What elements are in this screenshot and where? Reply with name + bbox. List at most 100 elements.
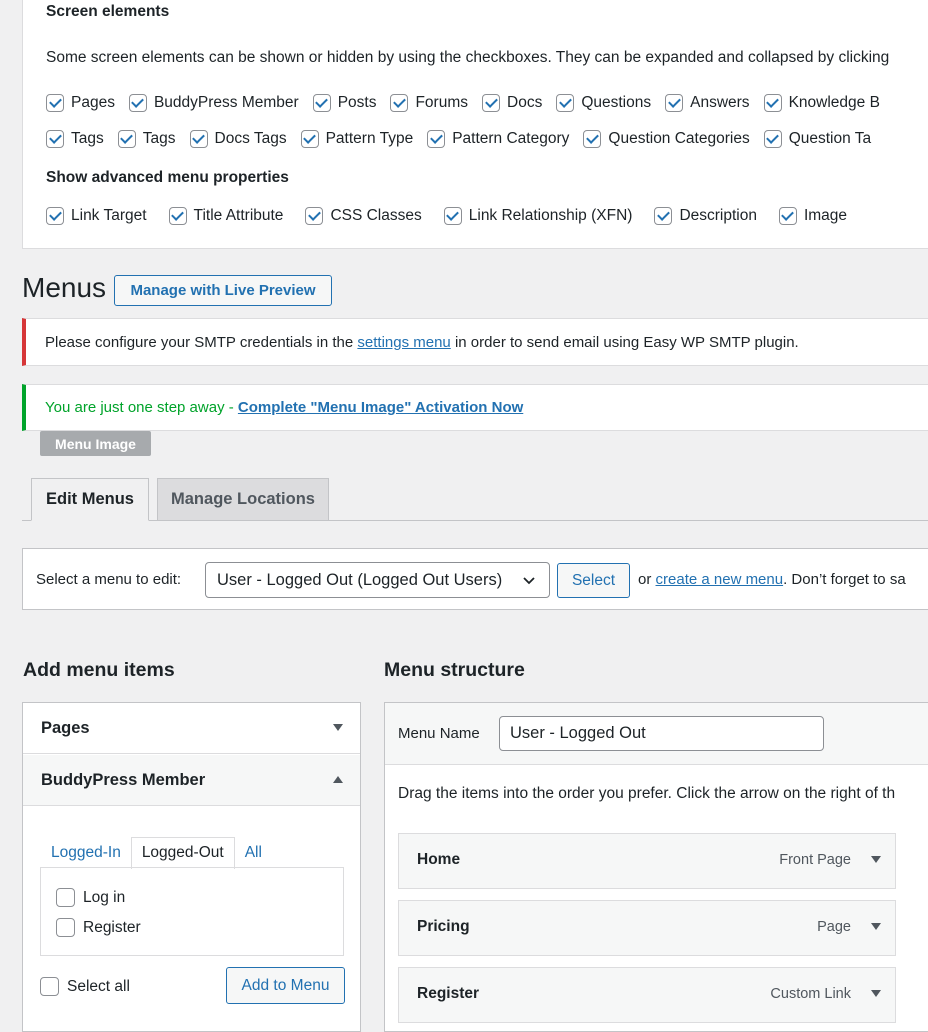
tab-logged-in[interactable]: Logged-In — [41, 838, 131, 869]
buddypress-accordion-header[interactable]: BuddyPress Member — [23, 755, 360, 806]
screen-option-pages[interactable]: Pages — [46, 94, 115, 112]
arrow-up-icon — [333, 776, 343, 783]
checkbox[interactable] — [482, 94, 500, 112]
menu-item[interactable]: Home Front Page — [398, 833, 896, 889]
screen-option-forums[interactable]: Forums — [390, 94, 468, 112]
create-new-menu-link[interactable]: create a new menu — [656, 571, 784, 588]
settings-menu-link[interactable]: settings menu — [357, 334, 450, 351]
tab-all[interactable]: All — [235, 838, 272, 869]
checkbox[interactable] — [778, 207, 797, 225]
tab-manage-locations[interactable]: Manage Locations — [157, 478, 329, 521]
advanced-properties-title: Show advanced menu properties — [46, 169, 289, 186]
checkbox[interactable] — [390, 94, 409, 112]
checkbox[interactable] — [443, 207, 462, 225]
screen-elements-row-1: Pages BuddyPress Member Posts Forums Doc… — [46, 94, 894, 112]
checkbox[interactable] — [46, 130, 64, 148]
checkbox[interactable] — [763, 130, 782, 148]
advanced-option-link-target[interactable]: Link Target — [46, 207, 147, 225]
screen-option-buddypress-member[interactable]: BuddyPress Member — [128, 94, 299, 112]
add-to-menu-button[interactable]: Add to Menu — [226, 967, 345, 1004]
checkbox[interactable] — [654, 207, 673, 225]
menu-name-input[interactable]: User - Logged Out — [499, 716, 824, 751]
screen-elements-row-2: Tags Tags Docs Tags Pattern Type Pattern… — [46, 130, 885, 148]
bp-item-register[interactable]: Register — [56, 918, 141, 937]
create-menu-text: or create a new menu. Don’t forget to sa — [638, 571, 906, 588]
menu-item-title: Register — [417, 985, 480, 1002]
menu-item-type: Custom Link — [770, 986, 851, 1002]
add-menu-items-accordion: Pages BuddyPress Member Logged-In Logged… — [22, 702, 361, 1032]
screen-option-question-categories[interactable]: Question Categories — [583, 130, 750, 148]
buddypress-tabs: Logged-In Logged-Out All — [41, 837, 272, 869]
checkbox[interactable] — [556, 94, 575, 112]
menu-item-type: Front Page — [779, 852, 851, 868]
smtp-notice: Please configure your SMTP credentials i… — [22, 318, 928, 366]
menu-item-type: Page — [817, 919, 851, 935]
checkbox[interactable] — [117, 130, 136, 148]
chevron-down-icon — [523, 577, 535, 585]
select-menu-bar: Select a menu to edit: User - Logged Out… — [22, 548, 928, 610]
checkbox[interactable] — [128, 94, 147, 112]
manage-live-preview-button[interactable]: Manage with Live Preview — [114, 275, 332, 306]
tab-logged-out[interactable]: Logged-Out — [130, 837, 235, 869]
advanced-option-image[interactable]: Image — [778, 207, 847, 225]
select-menu-button[interactable]: Select — [557, 563, 630, 598]
screen-option-pattern-category[interactable]: Pattern Category — [427, 130, 569, 148]
checkbox[interactable] — [46, 94, 64, 112]
menu-name-bar: Menu Name User - Logged Out — [385, 703, 928, 765]
menu-item[interactable]: Pricing Page — [398, 900, 896, 956]
menu-item[interactable]: Register Custom Link — [398, 967, 896, 1023]
buddypress-items-panel: Log in Register — [40, 867, 344, 956]
screen-elements-description: Some screen elements can be shown or hid… — [46, 49, 890, 66]
menu-item-title: Pricing — [417, 918, 470, 935]
checkbox[interactable] — [583, 130, 602, 148]
screen-option-pattern-type[interactable]: Pattern Type — [300, 130, 413, 148]
checkbox[interactable] — [763, 94, 782, 112]
menu-structure-title: Menu structure — [384, 659, 525, 681]
menu-select-dropdown[interactable]: User - Logged Out (Logged Out Users) — [205, 562, 550, 598]
checkbox[interactable] — [189, 130, 208, 148]
arrow-down-icon[interactable] — [871, 990, 881, 997]
bp-item-log-in[interactable]: Log in — [56, 888, 125, 907]
advanced-option-link-relationship[interactable]: Link Relationship (XFN) — [443, 207, 632, 225]
menu-item-title: Home — [417, 851, 461, 868]
advanced-option-title-attribute[interactable]: Title Attribute — [168, 207, 283, 225]
menu-structure-help: Drag the items into the order you prefer… — [398, 785, 896, 802]
checkbox[interactable] — [168, 207, 187, 225]
screen-option-questions[interactable]: Questions — [556, 94, 651, 112]
checkbox[interactable] — [56, 918, 75, 937]
checkbox[interactable] — [300, 130, 319, 148]
arrow-down-icon[interactable] — [871, 856, 881, 863]
activation-link[interactable]: Complete "Menu Image" Activation Now — [238, 399, 523, 416]
select-all[interactable]: Select all — [40, 977, 130, 996]
screen-option-knowledge-base[interactable]: Knowledge B — [763, 94, 880, 112]
arrow-down-icon[interactable] — [871, 923, 881, 930]
checkbox[interactable] — [427, 130, 446, 148]
screen-option-answers[interactable]: Answers — [665, 94, 750, 112]
screen-option-posts[interactable]: Posts — [312, 94, 376, 112]
checkbox[interactable] — [312, 94, 331, 112]
screen-option-question-tags[interactable]: Question Ta — [763, 130, 871, 148]
screen-option-docs[interactable]: Docs — [482, 94, 542, 112]
activation-notice: You are just one step away - Complete "M… — [22, 384, 928, 431]
select-menu-label: Select a menu to edit: — [36, 571, 182, 588]
checkbox[interactable] — [56, 888, 75, 907]
screen-elements-title: Screen elements — [46, 3, 170, 20]
advanced-option-css-classes[interactable]: CSS Classes — [305, 207, 422, 225]
checkbox[interactable] — [305, 207, 324, 225]
menu-name-label: Menu Name — [398, 725, 480, 742]
checkbox[interactable] — [665, 94, 684, 112]
add-menu-items-title: Add menu items — [23, 659, 175, 681]
pages-accordion-header[interactable]: Pages — [23, 703, 360, 754]
advanced-option-description[interactable]: Description — [654, 207, 757, 225]
screen-option-tags[interactable]: Tags — [46, 130, 104, 148]
screen-option-docs-tags[interactable]: Docs Tags — [189, 130, 287, 148]
arrow-down-icon — [333, 724, 343, 731]
advanced-properties-row: Link Target Title Attribute CSS Classes … — [46, 207, 861, 225]
screen-option-tags-2[interactable]: Tags — [117, 130, 176, 148]
menu-structure-panel: Menu Name User - Logged Out Drag the ite… — [384, 702, 928, 1032]
checkbox[interactable] — [40, 977, 59, 996]
tab-edit-menus[interactable]: Edit Menus — [31, 478, 149, 521]
checkbox[interactable] — [46, 207, 64, 225]
screen-options-panel: Screen elements Some screen elements can… — [22, 0, 928, 249]
page-title: Menus — [22, 272, 107, 303]
